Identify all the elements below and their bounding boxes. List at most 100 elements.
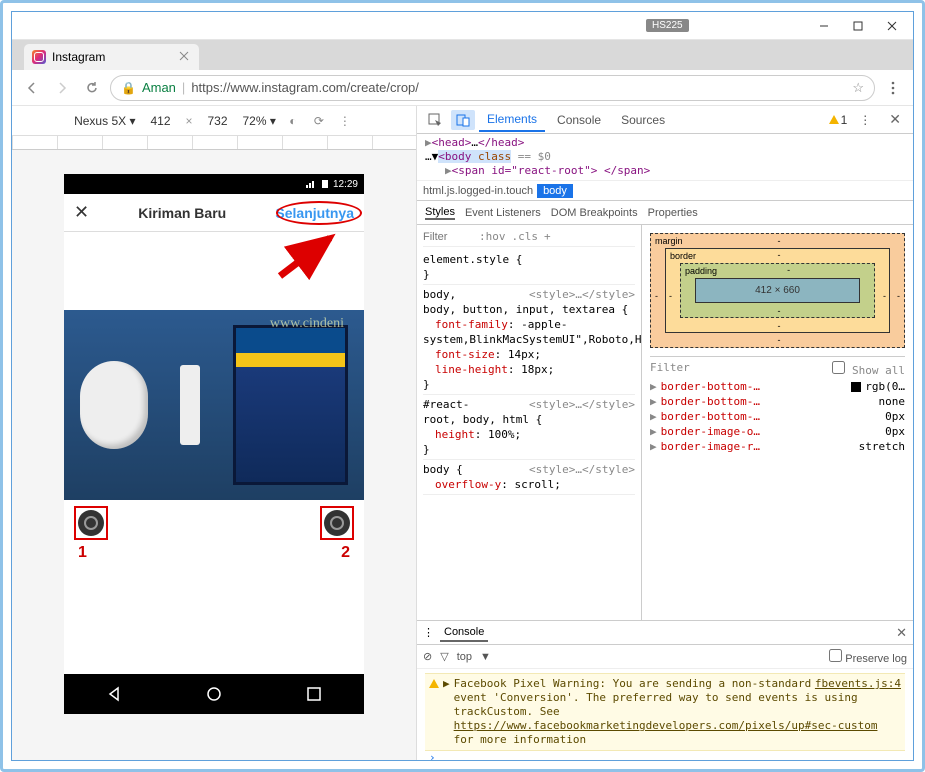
styles-subtabs: Styles Event Listeners DOM Breakpoints P… xyxy=(417,201,913,225)
inspect-icon[interactable] xyxy=(423,110,447,130)
android-navbar xyxy=(64,674,364,714)
address-bar: 🔒 Aman | https://www.instagram.com/creat… xyxy=(12,70,913,106)
crop-rotate-button[interactable] xyxy=(320,506,354,540)
forward-button[interactable] xyxy=(50,76,74,100)
window-titlebar: HS225 xyxy=(12,12,913,40)
device-toolbar: Nexus 5X ▾ × 72% ▾ ◐ ⟳ ⋮ xyxy=(12,106,416,136)
devtools-panel: Elements Console Sources 1 ⋮ ✕ ▶<head>…<… xyxy=(417,106,913,760)
bookmark-icon[interactable]: ☆ xyxy=(852,80,864,96)
android-back-icon[interactable] xyxy=(105,685,123,703)
styles-panel[interactable]: :hov .cls + element.style { } body,<styl… xyxy=(417,225,642,620)
reload-button[interactable] xyxy=(80,76,104,100)
computed-property-row[interactable]: ▶border-bottom-…none xyxy=(650,394,905,409)
annotation-circle xyxy=(276,201,362,225)
devtools-close-button[interactable]: ✕ xyxy=(883,111,907,128)
annotation-arrow xyxy=(274,232,344,282)
window-minimize-button[interactable] xyxy=(807,15,841,37)
computed-property-row[interactable]: ▶border-bottom-…0px xyxy=(650,409,905,424)
photo-preview[interactable]: www.cindeni xyxy=(64,310,364,500)
back-button[interactable] xyxy=(20,76,44,100)
close-icon[interactable] xyxy=(179,51,191,63)
device-mode-icon[interactable] xyxy=(451,110,475,130)
computed-property-row[interactable]: ▶border-image-r…stretch xyxy=(650,439,905,454)
network-throttle-icon[interactable]: ◐ xyxy=(284,114,302,128)
close-button[interactable]: ✕ xyxy=(74,202,89,223)
console-filter-icon[interactable]: ▽ xyxy=(440,650,448,663)
zoom-select[interactable]: 72% ▾ xyxy=(243,114,276,128)
subtab-dom-breakpoints[interactable]: DOM Breakpoints xyxy=(551,207,638,219)
drawer-close-button[interactable]: ✕ xyxy=(896,625,907,641)
tab-strip: Instagram xyxy=(12,40,913,70)
tab-elements[interactable]: Elements xyxy=(479,108,545,132)
show-all-checkbox[interactable] xyxy=(832,361,845,374)
breadcrumb-body[interactable]: body xyxy=(537,184,573,198)
device-height-input[interactable] xyxy=(201,114,235,128)
warning-link[interactable]: https://www.facebookmarketingdevelopers.… xyxy=(454,719,878,732)
styles-filter-input[interactable] xyxy=(423,231,473,243)
photo-object-sensor xyxy=(180,365,200,445)
padding-box: padding - 412 × 660 - xyxy=(680,263,875,318)
android-home-icon[interactable] xyxy=(205,685,223,703)
app-header: ✕ Kiriman Baru Selanjutnya xyxy=(64,194,364,232)
rotate-icon[interactable]: ⟳ xyxy=(310,114,328,128)
subtab-styles[interactable]: Styles xyxy=(425,206,455,220)
warning-source-link[interactable]: fbevents.js:4 xyxy=(815,677,901,691)
console-warning-row[interactable]: ▶ fbevents.js:4 Facebook Pixel Warning: … xyxy=(425,673,905,751)
clear-console-icon[interactable]: ⊘ xyxy=(423,650,432,663)
console-drawer: ⋮ Console ✕ ⊘ ▽ top ▼ Preserve log ▶ xyxy=(417,620,913,760)
computed-filter-input[interactable]: Filter xyxy=(650,361,690,377)
console-prompt[interactable]: › xyxy=(425,751,905,760)
subtab-event-listeners[interactable]: Event Listeners xyxy=(465,207,541,219)
lock-icon: 🔒 xyxy=(121,81,136,95)
page-title: Kiriman Baru xyxy=(89,205,275,221)
breadcrumb-html[interactable]: html.js.logged-in.touch xyxy=(423,185,533,197)
breadcrumb[interactable]: html.js.logged-in.touch body xyxy=(417,181,913,201)
tab-title: Instagram xyxy=(52,50,105,64)
next-button[interactable]: Selanjutnya xyxy=(275,205,354,221)
window-maximize-button[interactable] xyxy=(841,15,875,37)
crop-resize-button[interactable] xyxy=(74,506,108,540)
chrome-menu-button[interactable] xyxy=(881,76,905,100)
box-model-panel: margin -- -- border -- -- padding - 412 … xyxy=(642,225,913,620)
computed-property-row[interactable]: ▶border-bottom-…rgb(0… xyxy=(650,379,905,394)
secure-label: Aman xyxy=(142,80,176,95)
device-width-input[interactable] xyxy=(143,114,177,128)
hov-toggle[interactable]: :hov xyxy=(479,229,506,244)
device-select[interactable]: Nexus 5X ▾ xyxy=(74,114,135,128)
annotation-2: 2 xyxy=(341,544,350,562)
tab-instagram[interactable]: Instagram xyxy=(24,44,199,70)
watermark: www.cindeni xyxy=(270,316,344,332)
cls-toggle[interactable]: .cls xyxy=(512,229,539,244)
dom-tree[interactable]: ▶<head>…</head> …▼<body class == $0 ▶<sp… xyxy=(417,134,913,181)
photo-object-alarm xyxy=(80,361,148,449)
device-menu-icon[interactable]: ⋮ xyxy=(336,114,354,128)
border-box: border -- -- padding - 412 × 660 - xyxy=(665,248,890,333)
add-rule-button[interactable]: + xyxy=(544,229,551,244)
photo-object-package xyxy=(233,325,348,485)
subtab-properties[interactable]: Properties xyxy=(648,207,698,219)
tab-sources[interactable]: Sources xyxy=(613,109,673,131)
phone-frame: 12:29 ✕ Kiriman Baru Selanjutnya xyxy=(64,174,364,714)
context-select[interactable]: top xyxy=(457,651,472,663)
computed-property-row[interactable]: ▶border-image-o…0px xyxy=(650,424,905,439)
devtools-tabs: Elements Console Sources 1 ⋮ ✕ xyxy=(417,106,913,134)
url-field[interactable]: 🔒 Aman | https://www.instagram.com/creat… xyxy=(110,75,875,101)
annotation-1: 1 xyxy=(78,544,87,562)
content-box: 412 × 660 xyxy=(695,278,860,303)
window-badge: HS225 xyxy=(646,19,689,32)
warnings-badge[interactable]: 1 xyxy=(829,113,848,127)
warning-icon xyxy=(429,677,439,747)
phone-status-bar: 12:29 xyxy=(64,174,364,194)
margin-box: margin -- -- border -- -- padding - 412 … xyxy=(650,233,905,348)
clock-label: 12:29 xyxy=(333,179,358,190)
battery-icon xyxy=(321,179,329,189)
devtools-menu-icon[interactable]: ⋮ xyxy=(851,109,879,131)
signal-icon xyxy=(305,179,317,189)
ruler xyxy=(12,136,416,150)
tab-console[interactable]: Console xyxy=(549,109,609,131)
preserve-log-checkbox[interactable] xyxy=(829,649,842,662)
drawer-console-tab[interactable]: Console xyxy=(440,624,488,642)
android-recent-icon[interactable] xyxy=(305,685,323,703)
window-close-button[interactable] xyxy=(875,15,909,37)
drawer-menu-icon[interactable]: ⋮ xyxy=(423,626,434,639)
